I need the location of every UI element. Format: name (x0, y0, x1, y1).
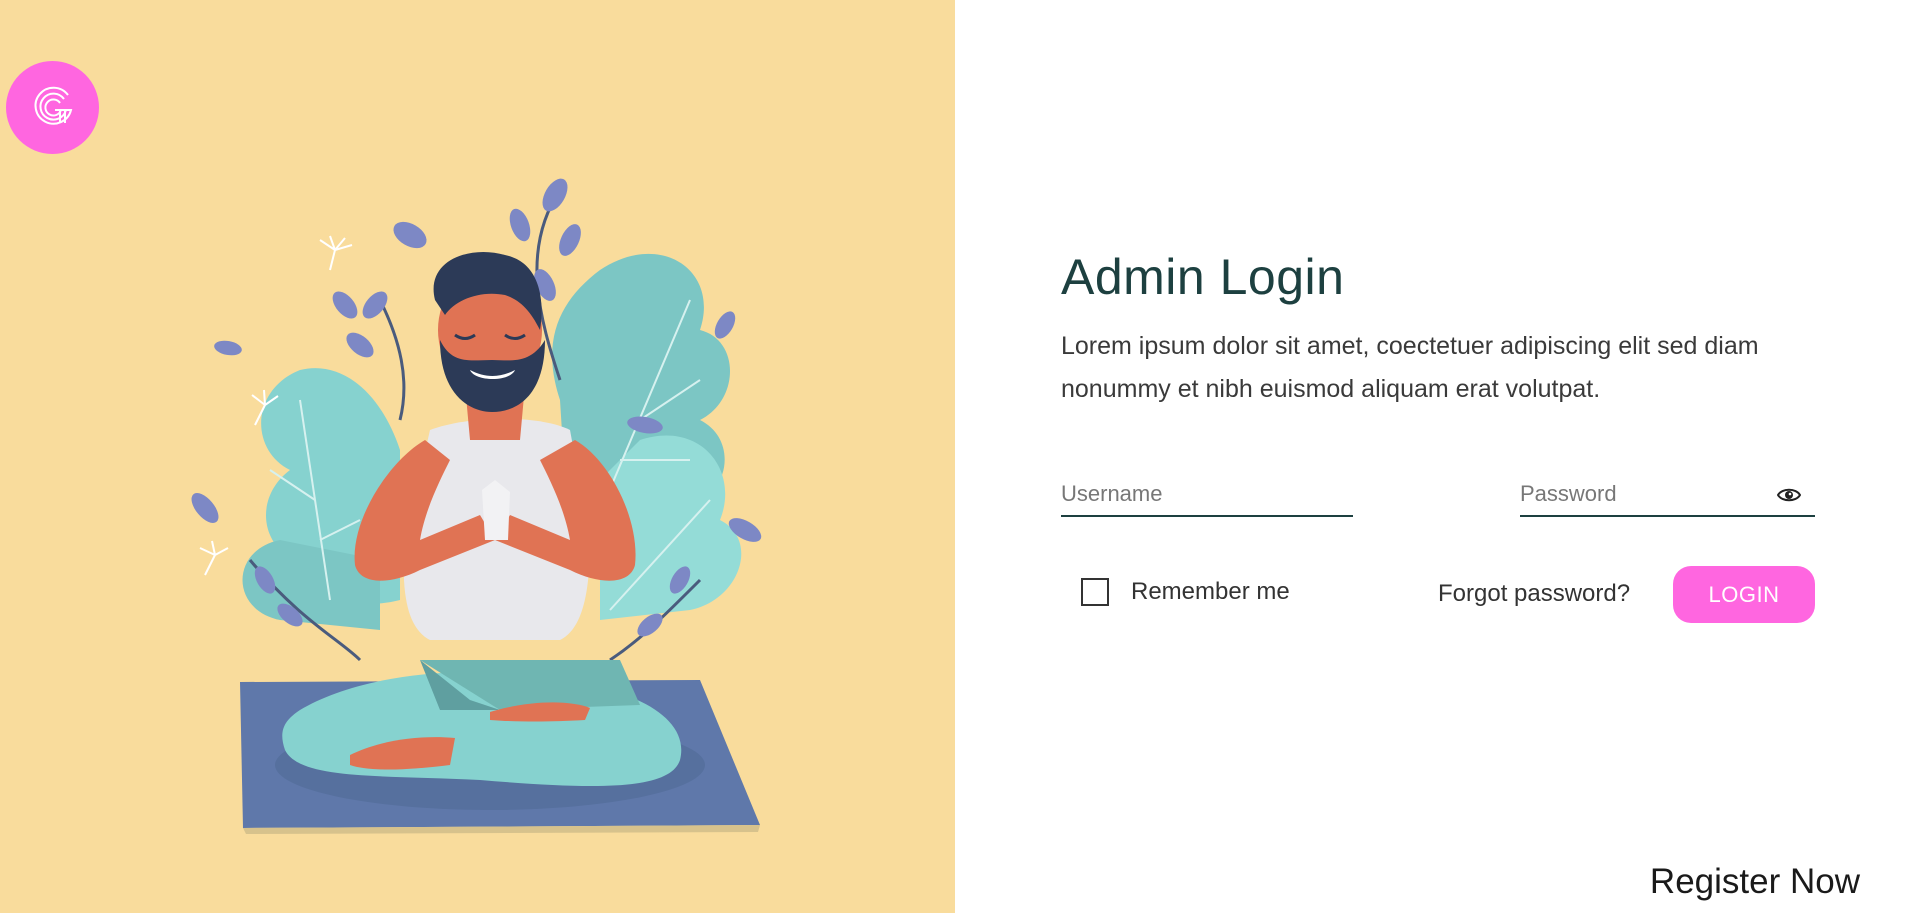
login-panel: Admin Login Lorem ipsum dolor sit amet, … (955, 0, 1911, 913)
username-field-wrapper (1061, 475, 1353, 517)
eye-icon (1777, 488, 1801, 502)
remember-me-checkbox[interactable]: Remember me (1081, 578, 1290, 606)
checkbox-box[interactable] (1081, 578, 1109, 606)
g-logo-icon (34, 86, 72, 125)
forgot-password-link[interactable]: Forgot password? (1438, 580, 1630, 608)
password-input[interactable] (1520, 475, 1763, 513)
password-field-wrapper (1520, 475, 1763, 517)
illustration-panel (0, 0, 955, 913)
remember-me-label: Remember me (1131, 578, 1290, 605)
register-now-link[interactable]: Register Now (1650, 862, 1860, 902)
login-description: Lorem ipsum dolor sit amet, coectetuer a… (1061, 332, 1759, 403)
show-password-button[interactable] (1763, 475, 1815, 517)
login-button[interactable]: LOGIN (1673, 566, 1815, 623)
brand-logo[interactable] (6, 61, 99, 154)
page-title: Admin Login (1061, 249, 1345, 305)
username-input[interactable] (1061, 475, 1353, 513)
meditation-illustration (191, 178, 762, 834)
